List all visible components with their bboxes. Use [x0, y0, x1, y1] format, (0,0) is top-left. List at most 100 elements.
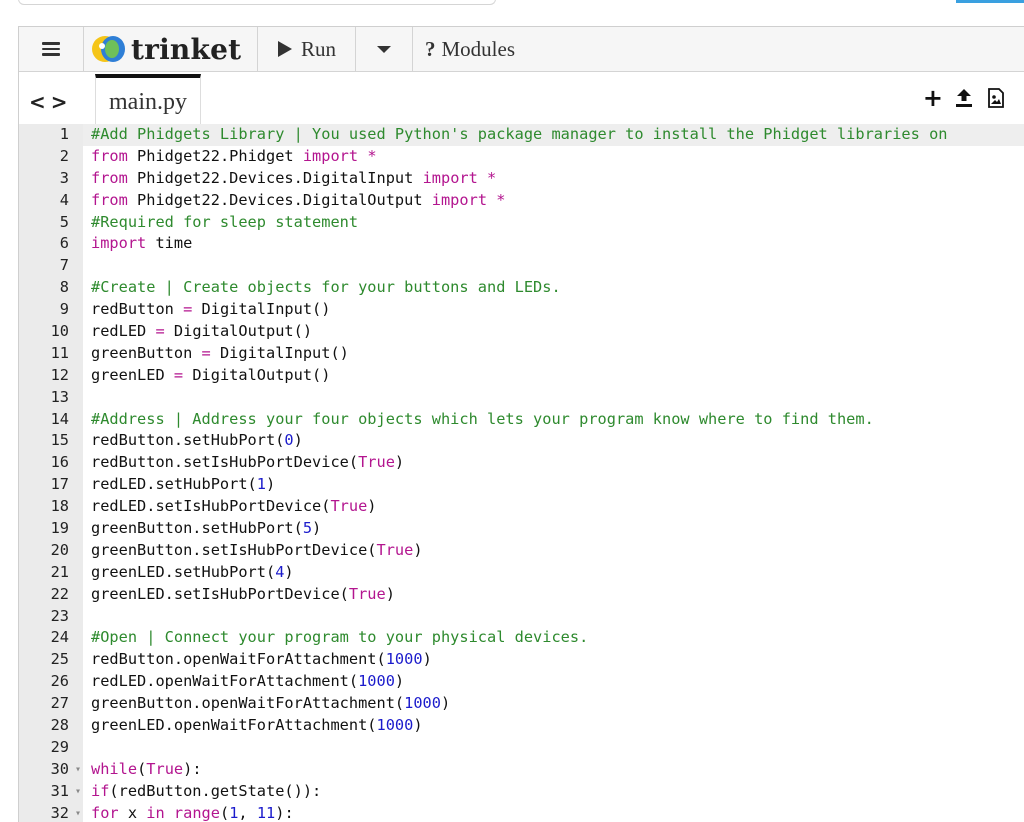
code-line[interactable]: redLED.setHubPort(1)	[91, 474, 1024, 496]
code-token: #Create | Create objects for your button…	[91, 278, 561, 297]
fold-arrow-icon[interactable]: ▾	[75, 803, 81, 822]
code-token: )	[284, 562, 294, 581]
upload-icon[interactable]	[953, 87, 975, 109]
code-line[interactable]: redButton.setHubPort(0)	[91, 430, 1024, 452]
code-token: )	[422, 650, 432, 669]
line-number: 30 ▾	[19, 759, 83, 781]
code-line[interactable]: redButton.setIsHubPortDevice(True)	[91, 452, 1024, 474]
code-line[interactable]: #Address | Address your four objects whi…	[91, 409, 1024, 431]
trinket-logo[interactable]: trinket	[87, 27, 258, 71]
code-token: 1000	[404, 694, 441, 713]
code-token: ):	[183, 759, 202, 778]
modules-label: Modules	[441, 36, 516, 61]
code-token: =	[201, 343, 211, 362]
fold-arrow-icon[interactable]: ▾	[75, 781, 81, 803]
add-file-icon[interactable]: +	[923, 86, 943, 110]
code-token: greenLED.openWaitForAttachment(	[91, 716, 377, 735]
code-token: greenLED	[91, 365, 174, 384]
code-token: True	[358, 453, 395, 472]
line-number: 7	[59, 256, 69, 275]
code-line[interactable]: #Open | Connect your program to your phy…	[91, 627, 1024, 649]
line-number: 24	[50, 628, 69, 647]
page-button-edge[interactable]	[956, 0, 1024, 3]
code-line[interactable]: redLED = DigitalOutput()	[91, 321, 1024, 343]
code-token: import	[302, 146, 359, 165]
code-line[interactable]: for x in range(1, 11):	[91, 803, 1024, 822]
code-token: 1000	[385, 650, 423, 669]
code-line[interactable]: greenLED.openWaitForAttachment(1000)	[91, 715, 1024, 737]
line-number: 22	[50, 584, 69, 603]
code-line[interactable]: greenButton.openWaitForAttachment(1000)	[91, 693, 1024, 715]
code-line[interactable]: from Phidget22.Devices.DigitalOutput imp…	[91, 190, 1024, 212]
code-token: =	[155, 322, 165, 341]
code-line[interactable]: redButton.openWaitForAttachment(1000)	[91, 649, 1024, 671]
code-line[interactable]	[91, 387, 1024, 409]
browser-top-strip	[0, 0, 1024, 24]
code-token: )	[394, 453, 405, 472]
image-file-icon[interactable]	[985, 87, 1007, 109]
code-line[interactable]: #Required for sleep statement	[91, 212, 1024, 234]
code-token: *	[496, 190, 506, 209]
code-line[interactable]: greenButton.setIsHubPortDevice(True)	[91, 540, 1024, 562]
fold-arrow-icon[interactable]: ▾	[75, 759, 81, 781]
modules-button[interactable]: ? Modules	[425, 27, 543, 71]
code-line[interactable]: while(True):	[91, 759, 1024, 781]
run-label: Run	[300, 36, 336, 61]
code-token: *	[367, 146, 377, 165]
code-token: DigitalOutput()	[164, 322, 313, 341]
line-number-gutter: 1 2 3 4 5 6 7 8 9 10 11 12 13 14 15 16 17 18 19 20 21 22 23 24 2…	[19, 124, 83, 822]
code-line[interactable]: greenLED.setIsHubPortDevice(True)	[91, 584, 1024, 606]
line-number: 17	[50, 475, 69, 494]
code-token: from	[91, 168, 128, 187]
code-line[interactable]	[91, 255, 1024, 277]
line-number: 32 ▾	[19, 803, 83, 822]
code-line[interactable]: redLED.openWaitForAttachment(1000)	[91, 671, 1024, 693]
run-options-dropdown[interactable]	[356, 27, 413, 71]
code-line[interactable]	[91, 606, 1024, 628]
code-line[interactable]	[91, 737, 1024, 759]
code-line[interactable]: greenButton.setHubPort(5)	[91, 518, 1024, 540]
code-token: redButton.setIsHubPortDevice(	[91, 453, 359, 472]
code-line[interactable]: greenLED.setHubPort(4)	[91, 562, 1024, 584]
code-token: #Address | Address your four objects whi…	[91, 409, 874, 428]
hamburger-icon	[42, 42, 60, 56]
file-actions: +	[923, 86, 1007, 110]
tab-main-py[interactable]: main.py	[95, 74, 201, 126]
toggle-file-nav-icon[interactable]: <>	[29, 90, 73, 114]
code-line[interactable]: from Phidget22.Phidget import *	[91, 146, 1024, 168]
code-token: 1000	[358, 672, 395, 691]
code-token: redButton	[91, 300, 184, 319]
page-input-edge[interactable]	[18, 0, 496, 5]
code-line[interactable]: #Add Phidgets Library | You used Python'…	[83, 124, 1024, 146]
trinket-editor: trinket Run ? Modules <> main.py + 1 2 3…	[18, 26, 1024, 822]
code-token: redLED.setIsHubPortDevice(	[91, 497, 331, 516]
code-token: )	[413, 540, 423, 559]
code-line[interactable]: redButton = DigitalInput()	[91, 299, 1024, 321]
run-button[interactable]: Run	[259, 27, 356, 71]
code-editor[interactable]: 1 2 3 4 5 6 7 8 9 10 11 12 13 14 15 16 17 18 19 20 21 22 23 24 2…	[19, 124, 1024, 822]
line-number: 13	[50, 387, 69, 406]
code-token: )	[385, 584, 395, 603]
logo-text: trinket	[131, 32, 242, 66]
code-line[interactable]: #Create | Create objects for your button…	[91, 277, 1024, 299]
code-line[interactable]: import time	[91, 233, 1024, 255]
code-line[interactable]: greenButton = DigitalInput()	[91, 343, 1024, 365]
code-line[interactable]: redLED.setIsHubPortDevice(True)	[91, 496, 1024, 518]
caret-down-icon	[377, 45, 391, 53]
code-lines[interactable]: #Add Phidgets Library | You used Python'…	[83, 124, 1024, 822]
menu-button[interactable]	[19, 27, 84, 71]
code-token: True	[146, 759, 184, 778]
code-token: #Required for sleep statement	[91, 212, 359, 231]
code-line[interactable]: if(redButton.getState()):	[91, 781, 1024, 803]
code-line[interactable]: greenLED = DigitalOutput()	[91, 365, 1024, 387]
code-line[interactable]: from Phidget22.Devices.DigitalInput impo…	[91, 168, 1024, 190]
code-token: range	[173, 803, 220, 822]
code-token: greenButton.openWaitForAttachment(	[91, 694, 405, 713]
code-token: greenButton	[91, 343, 202, 362]
line-number: 10	[50, 322, 69, 341]
code-token: greenLED.setIsHubPortDevice(	[91, 584, 349, 603]
line-number: 20	[50, 540, 69, 559]
